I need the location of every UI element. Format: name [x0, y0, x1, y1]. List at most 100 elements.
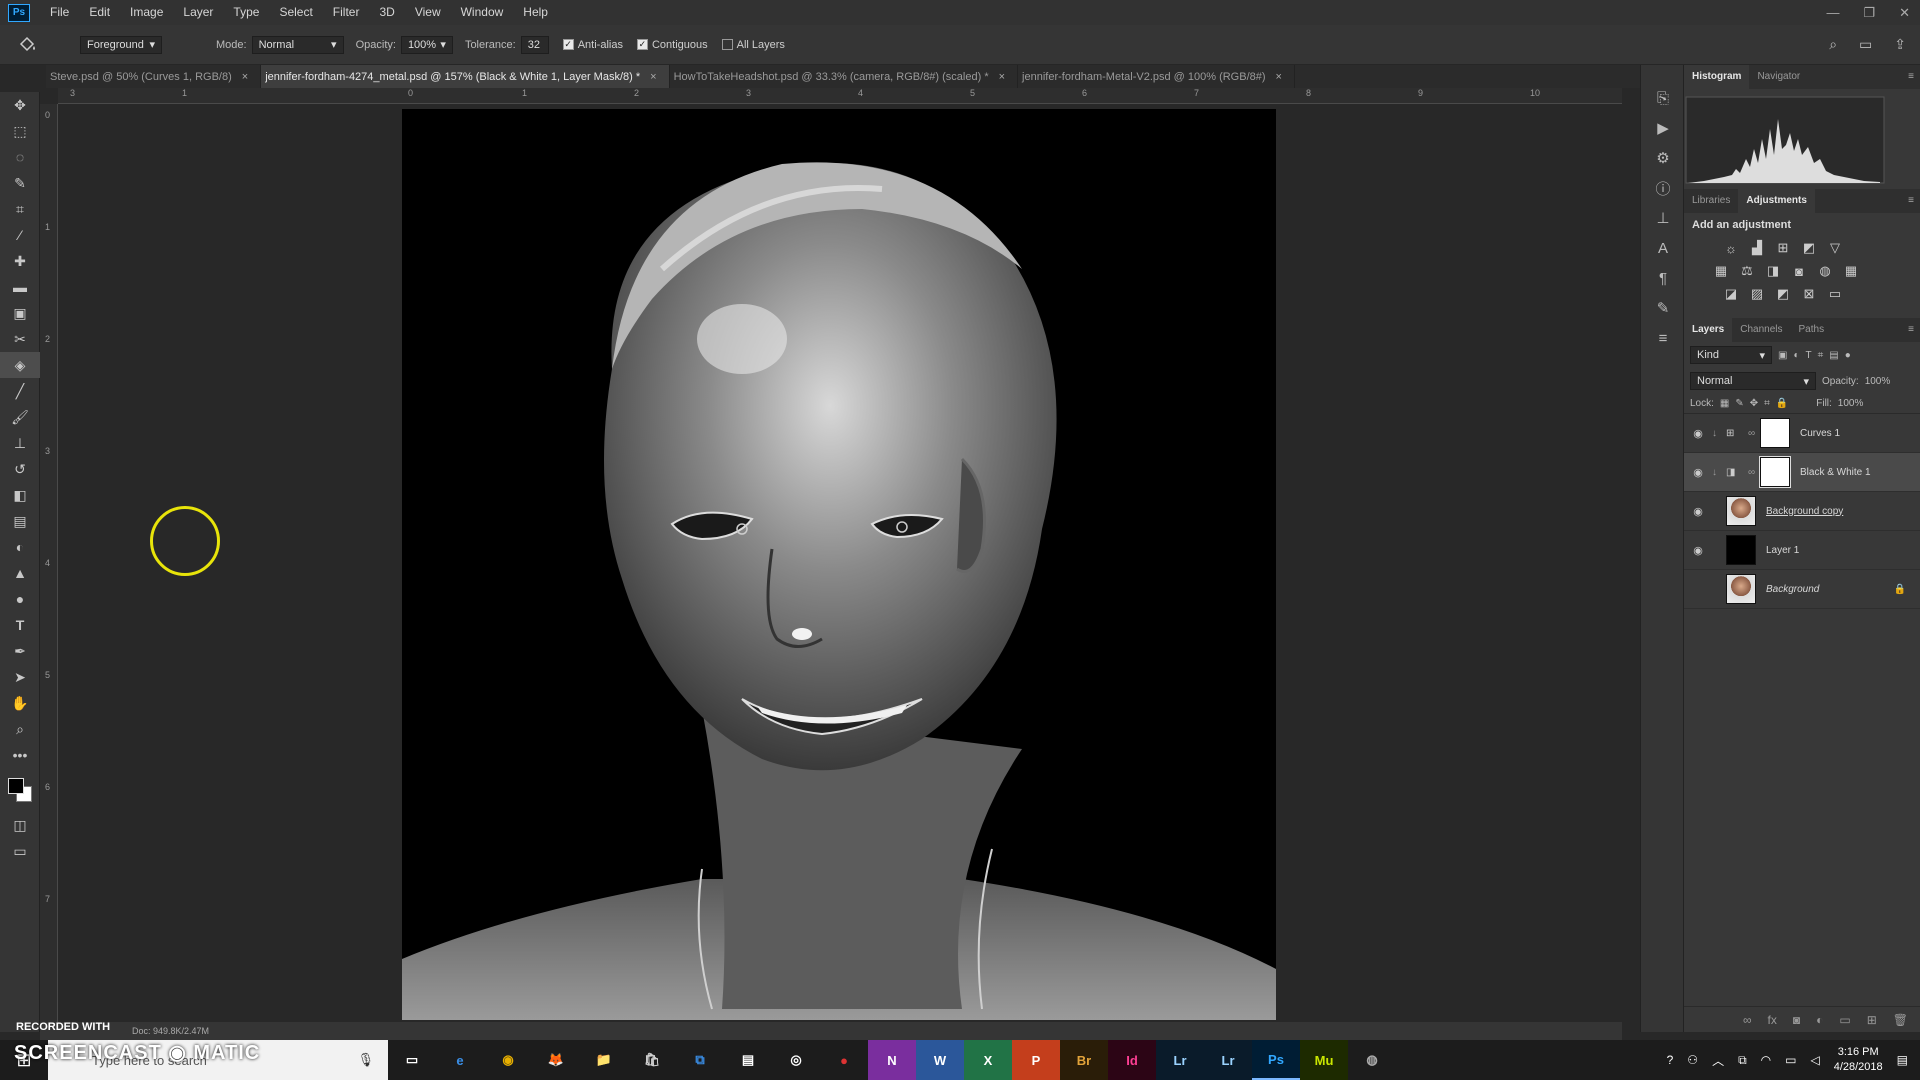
menu-image[interactable]: Image	[120, 0, 173, 25]
task-view-icon[interactable]: ▭	[388, 1040, 436, 1080]
menu-select[interactable]: Select	[269, 0, 322, 25]
tab-adjustments[interactable]: Adjustments	[1738, 189, 1815, 213]
menu-edit[interactable]: Edit	[79, 0, 120, 25]
color-balance-icon[interactable]: ⚖	[1738, 262, 1756, 280]
link-layers-icon[interactable]: ∞	[1743, 1013, 1752, 1027]
gradient-icon[interactable]: ▤	[0, 508, 40, 534]
wifi-icon[interactable]: ◠	[1761, 1053, 1771, 1067]
quick-mask-icon[interactable]: ◫	[0, 812, 40, 838]
excel-icon[interactable]: X	[964, 1040, 1012, 1080]
tab-navigator[interactable]: Navigator	[1749, 65, 1808, 89]
close-button[interactable]: ✕	[1899, 0, 1910, 25]
mode-dropdown[interactable]: Normal ▾	[251, 35, 344, 54]
pen-icon[interactable]: ✒	[0, 638, 40, 664]
search-icon[interactable]: ⌕	[1829, 36, 1837, 53]
tab-histogram[interactable]: Histogram	[1684, 65, 1750, 89]
workspace-icon[interactable]: ▭	[1859, 36, 1872, 53]
lightroom-classic-icon[interactable]: Lr	[1156, 1040, 1204, 1080]
lock-transparent-icon[interactable]: ▦	[1720, 398, 1729, 409]
canvas-area[interactable]	[58, 104, 1622, 1022]
eye-icon[interactable]: ◉	[1684, 466, 1712, 479]
chrome-icon[interactable]: ◉	[484, 1040, 532, 1080]
healing-icon[interactable]: ✚	[0, 248, 40, 274]
sharpen-icon[interactable]: ▲	[0, 560, 40, 586]
selective-color-icon[interactable]: ⊠	[1800, 285, 1818, 303]
powerpoint-icon[interactable]: P	[1012, 1040, 1060, 1080]
tab-jennifer-metal[interactable]: jennifer-fordham-4274_metal.psd @ 157% (…	[261, 65, 670, 88]
menu-filter[interactable]: Filter	[323, 0, 370, 25]
menu-help[interactable]: Help	[513, 0, 558, 25]
type-icon[interactable]: T	[0, 612, 40, 638]
layer-black-white-1[interactable]: ◉ ↓ ◨ ∞ Black & White 1	[1684, 453, 1920, 492]
panel-menu-icon[interactable]: ≡	[1908, 195, 1914, 206]
stamp-panel-icon[interactable]: ⊥	[1641, 203, 1685, 233]
microphone-icon[interactable]: 🎙	[357, 1052, 374, 1068]
screen-mode-icon[interactable]: ▭	[0, 838, 40, 864]
crop-icon[interactable]: ⌗	[0, 196, 40, 222]
close-icon[interactable]: ×	[242, 71, 248, 83]
tolerance-field[interactable]: 32	[520, 35, 549, 54]
path-select-icon[interactable]: ➤	[0, 664, 40, 690]
lock-artboard-icon[interactable]: ⌗	[1764, 398, 1770, 409]
move-icon[interactable]: ✥	[0, 92, 40, 118]
app-icon[interactable]: ▤	[724, 1040, 772, 1080]
muse-icon[interactable]: Mu	[1300, 1040, 1348, 1080]
word-icon[interactable]: W	[916, 1040, 964, 1080]
curves-icon[interactable]: ⊞	[1774, 239, 1792, 257]
help-icon[interactable]: ?	[1667, 1053, 1674, 1067]
clock[interactable]: 3:16 PM 4/28/2018	[1834, 1045, 1883, 1075]
menu-3d[interactable]: 3D	[369, 0, 404, 25]
invert-icon[interactable]: ◪	[1722, 285, 1740, 303]
new-adjustment-icon[interactable]: ◐	[1816, 1013, 1823, 1027]
close-icon[interactable]: ×	[1276, 71, 1282, 83]
new-group-icon[interactable]: ▭	[1839, 1013, 1850, 1027]
zoom-icon[interactable]: ⌕	[0, 716, 40, 742]
minimize-button[interactable]: —	[1826, 0, 1839, 25]
layer-1[interactable]: ◉ Layer 1	[1684, 531, 1920, 570]
dodge-icon[interactable]: ◐	[0, 534, 40, 560]
layer-opacity-value[interactable]: 100%	[1865, 376, 1891, 387]
contiguous-checkbox[interactable]: ✓	[636, 39, 648, 50]
fx-icon[interactable]: fx	[1768, 1013, 1777, 1027]
character-icon[interactable]: A	[1641, 233, 1685, 263]
trash-icon[interactable]: 🗑	[1893, 1013, 1908, 1027]
globe-app-icon[interactable]: ◍	[1348, 1040, 1396, 1080]
hue-saturation-icon[interactable]: ▦	[1712, 262, 1730, 280]
close-icon[interactable]: ×	[999, 71, 1005, 83]
filter-pixel-icon[interactable]: ▣	[1778, 350, 1787, 361]
notifications-icon[interactable]: ▤	[1897, 1053, 1908, 1067]
frame-icon[interactable]: ▣	[0, 300, 40, 326]
document-canvas[interactable]	[402, 109, 1276, 1020]
close-icon[interactable]: ×	[650, 71, 656, 83]
tab-libraries[interactable]: Libraries	[1684, 189, 1738, 213]
volume-icon[interactable]: ◁	[1810, 1053, 1819, 1067]
circle-app-icon[interactable]: ◎	[772, 1040, 820, 1080]
new-layer-icon[interactable]: ⊞	[1867, 1013, 1877, 1027]
eyedropper-icon[interactable]: ⁄	[0, 222, 40, 248]
posterize-icon[interactable]: ▨	[1748, 285, 1766, 303]
tab-paths[interactable]: Paths	[1791, 318, 1833, 342]
levels-icon[interactable]: ▟	[1748, 239, 1766, 257]
dropbox-icon[interactable]: ⧉	[676, 1040, 724, 1080]
layer-background[interactable]: Background 🔒	[1684, 570, 1920, 609]
history-icon[interactable]: ⎘	[1641, 83, 1685, 113]
kind-filter-dropdown[interactable]: Kind ▾	[1690, 346, 1772, 364]
anti-alias-checkbox[interactable]: ✓	[562, 39, 574, 50]
battery-icon[interactable]: ▭	[1785, 1053, 1796, 1067]
blur-icon[interactable]: ●	[0, 586, 40, 612]
brightness-icon[interactable]: ☼	[1722, 239, 1740, 257]
record-app-icon[interactable]: ●	[820, 1040, 868, 1080]
eye-icon[interactable]: ◉	[1684, 505, 1712, 518]
opacity-field[interactable]: 100% ▾	[400, 35, 453, 54]
hand-icon[interactable]: ✋	[0, 690, 40, 716]
tab-layers[interactable]: Layers	[1684, 318, 1733, 342]
bridge-icon[interactable]: Br	[1060, 1040, 1108, 1080]
lock-all-icon[interactable]: 🔒	[1776, 398, 1788, 409]
tab-headshot[interactable]: HowToTakeHeadshot.psd @ 33.3% (camera, R…	[669, 65, 1019, 88]
brush-settings-icon[interactable]: ✎	[1641, 293, 1685, 323]
all-layers-checkbox[interactable]	[721, 39, 733, 50]
photo-filter-icon[interactable]: ◙	[1790, 262, 1808, 280]
scissors-icon[interactable]: ✂	[0, 326, 40, 352]
menu-window[interactable]: Window	[451, 0, 514, 25]
lock-position-icon[interactable]: ✥	[1750, 398, 1758, 409]
